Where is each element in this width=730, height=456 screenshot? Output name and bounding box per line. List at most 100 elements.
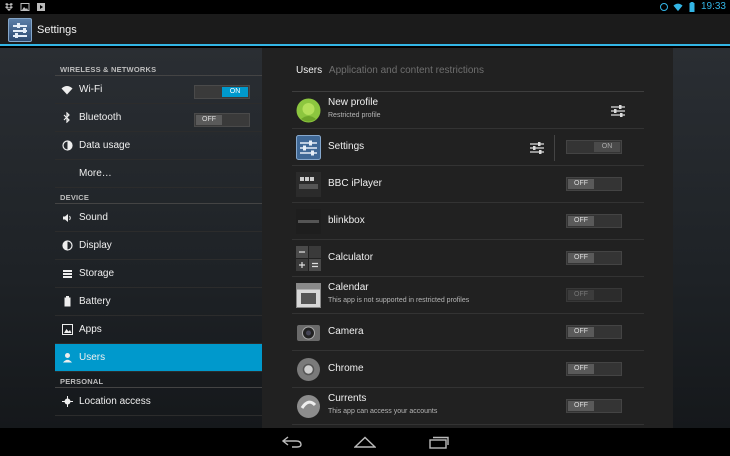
app-toggle: OFF [566, 288, 622, 302]
location-icon [55, 396, 79, 407]
app-toggle-state: OFF [568, 364, 594, 374]
sidebar-item-label: Bluetooth [79, 112, 122, 123]
sidebar-item-users[interactable]: Users [55, 344, 262, 372]
app-name: blinkbox [328, 215, 365, 226]
sidebar-item-label: Users [79, 352, 106, 363]
app-toggle[interactable]: ON [566, 140, 622, 154]
apps-icon [55, 324, 79, 335]
sidebar-item-wifi[interactable]: Wi-Fi ON [55, 76, 262, 104]
camera-icon [296, 320, 321, 345]
category-device: DEVICE [55, 188, 262, 204]
home-icon[interactable] [354, 435, 376, 449]
bluetooth-icon [55, 112, 79, 123]
app-restrictions-icon[interactable] [529, 141, 545, 155]
display-icon [55, 240, 79, 251]
app-name: Calendar [328, 282, 369, 293]
bluetooth-toggle[interactable]: OFF [194, 113, 250, 127]
app-row-calculator[interactable]: Calculator OFF [292, 240, 644, 277]
sync-icon [659, 2, 669, 12]
sidebar-item-label: Apps [79, 324, 102, 335]
action-bar: Settings [0, 14, 730, 46]
sidebar-item-storage[interactable]: Storage [55, 260, 262, 288]
sidebar-item-label: Display [79, 240, 112, 251]
sidebar-item-label: Battery [79, 296, 111, 307]
sidebar-item-bluetooth[interactable]: Bluetooth OFF [55, 104, 262, 132]
action-bar-title: Settings [37, 24, 77, 36]
app-row-calendar[interactable]: Calendar This app is not supported in re… [292, 277, 644, 314]
settings-content: WIRELESS & NETWORKS Wi-Fi ON Bluetooth O… [0, 48, 730, 428]
sidebar-item-battery[interactable]: Battery [55, 288, 262, 316]
app-toggle-state: ON [594, 142, 620, 152]
calculator-icon [296, 246, 321, 271]
sidebar-item-label: More… [79, 168, 112, 179]
panel-breadcrumb: Users Application and content restrictio… [296, 65, 484, 76]
app-name: Chrome [328, 363, 364, 374]
wifi-toggle-state: ON [222, 87, 248, 97]
app-note: This app can access your accounts [328, 408, 438, 415]
settings-app-icon[interactable] [8, 18, 32, 42]
sound-icon [55, 213, 79, 223]
recent-apps-icon[interactable] [428, 435, 450, 449]
sidebar-item-display[interactable]: Display [55, 232, 262, 260]
users-icon [55, 352, 79, 363]
sidebar-item-label: Data usage [79, 140, 131, 151]
blinkbox-icon [296, 209, 321, 234]
app-name: Camera [328, 326, 364, 337]
restrictions-list: New profile Restricted profile Settings … [292, 92, 644, 425]
wifi-toggle[interactable]: ON [194, 85, 250, 99]
gallery-icon [20, 2, 30, 12]
currents-icon [296, 394, 321, 419]
wifi-icon [55, 85, 79, 95]
app-toggle-state: OFF [568, 290, 594, 300]
bbc-iplayer-icon [296, 172, 321, 197]
sidebar-item-data-usage[interactable]: Data usage [55, 132, 262, 160]
app-row-camera[interactable]: Camera OFF [292, 314, 644, 351]
sidebar-item-apps[interactable]: Apps [55, 316, 262, 344]
battery-icon [687, 1, 697, 12]
back-icon[interactable] [281, 435, 303, 449]
calendar-icon [296, 283, 321, 308]
users-panel: Users Application and content restrictio… [262, 48, 673, 428]
app-row-currents[interactable]: Currents This app can access your accoun… [292, 388, 644, 425]
sidebar-item-label: Location access [79, 396, 151, 407]
sidebar-item-sound[interactable]: Sound [55, 204, 262, 232]
navigation-bar [0, 428, 730, 456]
app-name: BBC iPlayer [328, 178, 382, 189]
settings-app-icon [296, 135, 321, 160]
app-row-bbc-iplayer[interactable]: BBC iPlayer OFF [292, 166, 644, 203]
profile-settings-icon[interactable] [610, 104, 626, 118]
sidebar-item-label: Storage [79, 268, 115, 279]
app-toggle-state: OFF [568, 401, 594, 411]
battery-setting-icon [55, 296, 79, 307]
app-toggle[interactable]: OFF [566, 362, 622, 376]
sidebar-item-more[interactable]: More… [55, 160, 262, 188]
profile-name: New profile [328, 97, 379, 108]
breadcrumb-users[interactable]: Users [296, 65, 322, 76]
app-name: Calculator [328, 252, 374, 263]
settings-headers-list: WIRELESS & NETWORKS Wi-Fi ON Bluetooth O… [55, 60, 262, 428]
sidebar-item-location-access[interactable]: Location access [55, 388, 262, 416]
app-toggle-state: OFF [568, 216, 594, 226]
app-row-settings[interactable]: Settings ON [292, 129, 644, 166]
app-toggle[interactable]: OFF [566, 399, 622, 413]
app-name: Currents [328, 393, 367, 404]
category-personal: PERSONAL [55, 372, 262, 388]
bluetooth-toggle-state: OFF [196, 115, 222, 125]
divider [554, 135, 555, 161]
app-toggle-state: OFF [568, 327, 594, 337]
app-name: Settings [328, 141, 365, 152]
status-bar: 19:33 [0, 0, 730, 14]
android-avatar-icon [296, 98, 321, 123]
profile-row[interactable]: New profile Restricted profile [292, 92, 644, 129]
app-toggle-state: OFF [568, 179, 594, 189]
wifi-signal-icon [673, 2, 683, 12]
app-toggle[interactable]: OFF [566, 177, 622, 191]
play-store-icon [36, 2, 46, 12]
app-toggle-state: OFF [568, 253, 594, 263]
app-row-blinkbox[interactable]: blinkbox OFF [292, 203, 644, 240]
app-toggle[interactable]: OFF [566, 251, 622, 265]
app-toggle[interactable]: OFF [566, 214, 622, 228]
app-toggle[interactable]: OFF [566, 325, 622, 339]
sidebar-item-label: Sound [79, 212, 108, 223]
app-row-chrome[interactable]: Chrome OFF [292, 351, 644, 388]
